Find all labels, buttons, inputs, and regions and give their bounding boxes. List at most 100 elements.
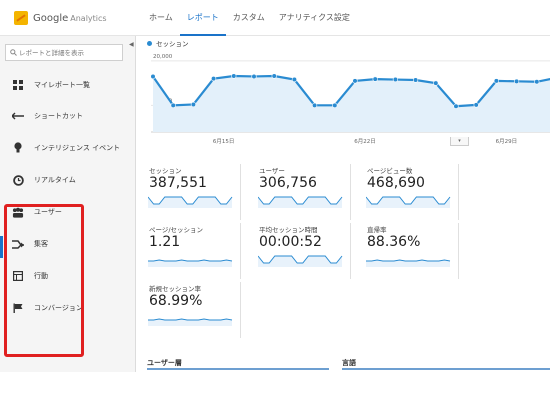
data-point bbox=[332, 102, 338, 108]
report-search-box[interactable] bbox=[5, 44, 123, 61]
search-input[interactable] bbox=[19, 48, 119, 57]
top-bar: Google Analytics ホーム レポート カスタム アナリティクス設定 bbox=[0, 0, 550, 36]
x-tick-label: 6月15日 bbox=[213, 138, 235, 145]
metric-sparkline bbox=[148, 318, 233, 326]
sessions-line-chart[interactable]: 20,00010,0006月15日6月22日6月29日 bbox=[137, 48, 550, 146]
metric-sparkline bbox=[258, 196, 343, 208]
report-main: セッション 20,00010,0006月15日6月22日6月29日 ▾ セッショ… bbox=[137, 36, 550, 372]
data-point bbox=[271, 73, 277, 79]
metric-avg-session-duration[interactable]: 平均セッション時間 00:00:52 bbox=[247, 223, 351, 279]
metric-sparkline bbox=[366, 259, 451, 267]
clock-icon bbox=[12, 174, 24, 186]
data-point bbox=[413, 77, 419, 83]
metric-label: セッション bbox=[149, 167, 182, 175]
selection-indicator bbox=[0, 236, 3, 258]
lightbulb-icon bbox=[12, 142, 24, 154]
sidebar-item-label: リアルタイム bbox=[34, 176, 76, 184]
sidebar-item-conversions[interactable]: コンバージョン bbox=[0, 293, 135, 323]
data-point bbox=[170, 102, 176, 108]
sidebar-item-label: 行動 bbox=[34, 272, 48, 280]
shortcut-arrow-icon bbox=[12, 110, 24, 122]
main-nav: ホーム レポート カスタム アナリティクス設定 bbox=[142, 0, 357, 36]
section-title-language: 言語 bbox=[342, 359, 356, 367]
sidebar-item-my-reports[interactable]: マイレポート一覧 bbox=[0, 70, 135, 100]
metric-users[interactable]: ユーザー 306,756 bbox=[247, 164, 351, 220]
sidebar-item-label: コンバージョン bbox=[34, 304, 83, 312]
tab-admin[interactable]: アナリティクス設定 bbox=[272, 0, 357, 36]
search-icon bbox=[10, 49, 17, 56]
data-point bbox=[473, 102, 479, 108]
sidebar-item-label: インテリジェンス イベント bbox=[34, 144, 121, 152]
data-point bbox=[231, 73, 237, 79]
metric-label: ユーザー bbox=[259, 167, 285, 175]
sidebar-item-audience[interactable]: ユーザー bbox=[0, 197, 135, 227]
metric-sparkline bbox=[148, 196, 233, 208]
metric-bounce-rate[interactable]: 直帰率 88.36% bbox=[355, 223, 459, 279]
metric-label: ページビュー数 bbox=[367, 167, 413, 175]
google-analytics-logo[interactable]: Google Analytics bbox=[14, 10, 107, 26]
flag-icon bbox=[12, 302, 24, 314]
data-point bbox=[251, 73, 257, 80]
legend-label: セッション bbox=[156, 40, 189, 48]
tab-home[interactable]: ホーム bbox=[142, 0, 180, 36]
data-point bbox=[493, 78, 500, 84]
metric-label: ページ/セッション bbox=[149, 226, 204, 234]
sidebar-item-label: 集客 bbox=[34, 240, 48, 248]
metric-value: 68.99% bbox=[149, 293, 203, 309]
x-tick-label: 6月29日 bbox=[496, 138, 518, 145]
analytics-app: Google Analytics ホーム レポート カスタム アナリティクス設定 … bbox=[0, 0, 550, 413]
legend-dot-icon bbox=[147, 40, 152, 46]
sparkline-line bbox=[258, 255, 343, 264]
sidebar-item-label: マイレポート一覧 bbox=[34, 81, 90, 89]
section-title-demographics: ユーザー層 bbox=[147, 359, 182, 367]
metric-value: 00:00:52 bbox=[259, 234, 322, 250]
metric-pageviews[interactable]: ページビュー数 468,690 bbox=[355, 164, 459, 220]
section-divider bbox=[147, 368, 329, 370]
collapse-sidebar-icon[interactable]: ◀ bbox=[129, 41, 134, 48]
data-point bbox=[291, 76, 297, 83]
data-point bbox=[433, 80, 439, 86]
users-icon bbox=[12, 206, 24, 218]
sparkline-line bbox=[148, 196, 233, 205]
chart-toggle-tab[interactable]: ▾ bbox=[450, 137, 469, 146]
section-divider bbox=[342, 368, 550, 370]
analytics-logo-icon bbox=[14, 11, 28, 25]
sidebar-item-label: ユーザー bbox=[34, 208, 62, 216]
data-point bbox=[392, 76, 399, 83]
sidebar-item-intelligence-events[interactable]: インテリジェンス イベント bbox=[0, 133, 135, 163]
logo-text: Google Analytics bbox=[33, 12, 107, 24]
metric-sparkline bbox=[148, 259, 233, 267]
sidebar-item-label: ショートカット bbox=[34, 112, 83, 120]
metric-label: 直帰率 bbox=[367, 226, 387, 234]
metric-label: 新規セッション率 bbox=[149, 285, 201, 293]
metric-value: 387,551 bbox=[149, 175, 207, 191]
y-tick-label: 20,000 bbox=[153, 54, 173, 60]
metric-pages-per-session[interactable]: ページ/セッション 1.21 bbox=[137, 223, 241, 279]
metric-new-sessions[interactable]: 新規セッション率 68.99% bbox=[137, 282, 241, 338]
grid-icon bbox=[12, 79, 24, 91]
metric-value: 468,690 bbox=[367, 175, 425, 191]
tab-reports[interactable]: レポート bbox=[179, 0, 226, 36]
sidebar-item-behavior[interactable]: 行動 bbox=[0, 261, 135, 291]
sparkline-line bbox=[366, 196, 451, 205]
behavior-page-icon bbox=[12, 270, 24, 282]
data-point bbox=[312, 102, 318, 108]
chart-legend: セッション bbox=[147, 38, 189, 48]
metric-sparkline bbox=[366, 196, 451, 208]
metric-value: 306,756 bbox=[259, 175, 317, 191]
metric-sessions[interactable]: セッション 387,551 bbox=[137, 164, 241, 220]
sidebar: ◀ マイレポート一覧 ショートカット インテリジェンス イベント リアルタイム bbox=[0, 36, 136, 372]
tab-custom[interactable]: カスタム bbox=[226, 0, 272, 36]
data-point bbox=[534, 79, 540, 85]
data-point bbox=[372, 76, 378, 82]
sidebar-item-shortcuts[interactable]: ショートカット bbox=[0, 101, 135, 131]
sidebar-item-acquisition[interactable]: 集客 bbox=[0, 229, 135, 259]
data-point bbox=[150, 73, 156, 80]
x-tick-label: 6月22日 bbox=[354, 138, 376, 145]
metric-value: 1.21 bbox=[149, 234, 181, 250]
acquisition-arrows-icon bbox=[12, 238, 24, 250]
metric-value: 88.36% bbox=[367, 234, 421, 250]
data-point bbox=[210, 76, 217, 82]
sidebar-item-realtime[interactable]: リアルタイム bbox=[0, 165, 135, 195]
data-point bbox=[190, 101, 197, 108]
